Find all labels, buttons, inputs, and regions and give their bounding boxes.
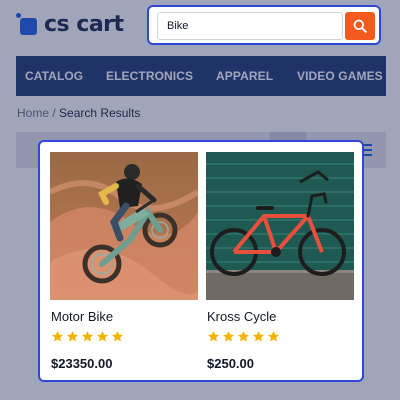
product-price: $23350.00 — [51, 356, 113, 371]
product-name[interactable]: Kross Cycle — [207, 309, 276, 324]
star-icon — [51, 331, 64, 342]
star-icon — [267, 331, 280, 342]
star-icon — [81, 331, 94, 342]
product-results: Motor Bike $23350.00 Kross Cycle $250.00 — [38, 140, 364, 382]
star-icon — [111, 331, 124, 342]
rating-stars — [51, 330, 124, 343]
product-card[interactable]: Kross Cycle $250.00 — [206, 152, 354, 374]
search-button[interactable] — [345, 12, 375, 40]
star-icon — [237, 331, 250, 342]
product-price: $250.00 — [207, 356, 254, 371]
star-icon — [222, 331, 235, 342]
product-name[interactable]: Motor Bike — [51, 309, 113, 324]
star-icon — [252, 331, 265, 342]
star-icon — [96, 331, 109, 342]
star-icon — [207, 331, 220, 342]
search-input[interactable] — [157, 12, 343, 40]
search-icon — [353, 19, 367, 33]
product-card[interactable]: Motor Bike $23350.00 — [50, 152, 198, 374]
product-image-motor-bike[interactable] — [50, 152, 198, 300]
search-highlight — [147, 5, 381, 45]
star-icon — [66, 331, 79, 342]
rating-stars — [207, 330, 280, 343]
product-image-kross-cycle[interactable] — [206, 152, 354, 300]
